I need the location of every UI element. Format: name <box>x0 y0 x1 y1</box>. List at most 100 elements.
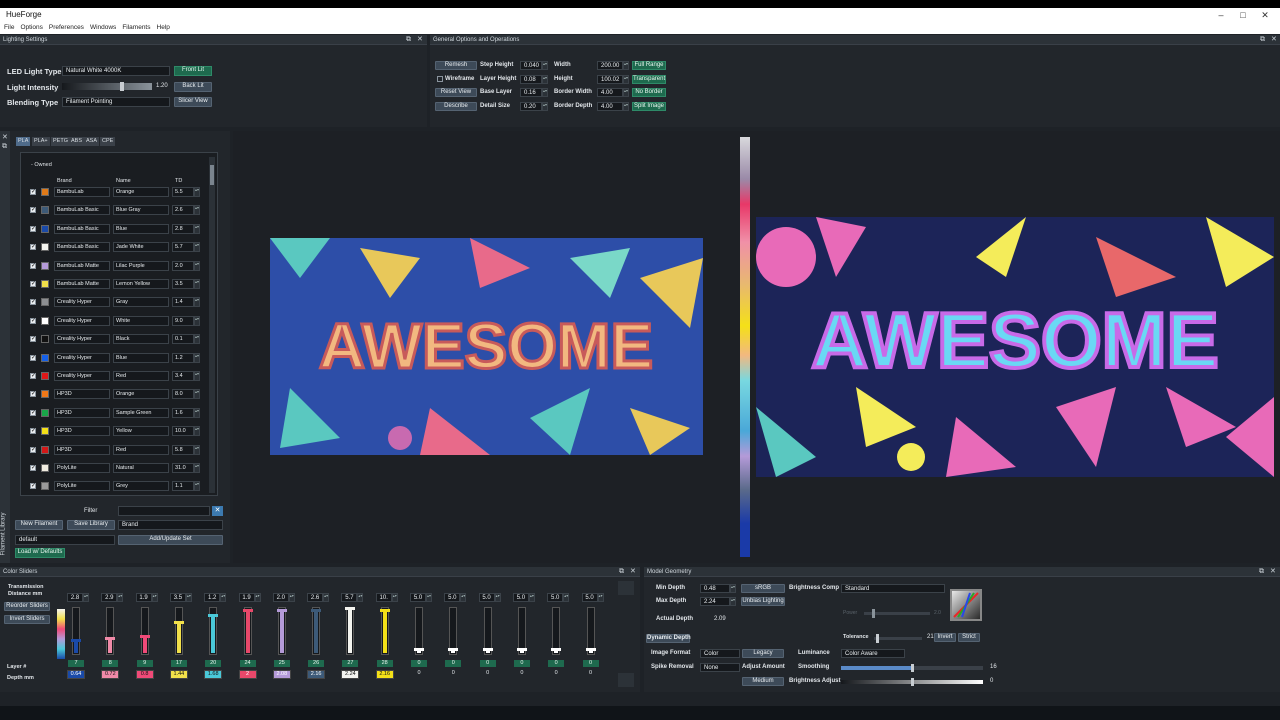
filament-color-swatch[interactable] <box>41 335 49 344</box>
filament-color-swatch[interactable] <box>41 464 49 472</box>
filament-td[interactable]: 31.0 <box>172 463 194 473</box>
slider-knob[interactable] <box>585 648 596 651</box>
filament-td-spinner[interactable]: ▴▾ <box>194 407 200 418</box>
undock-icon[interactable]: ⧉ <box>2 143 7 151</box>
slider-track[interactable] <box>516 607 527 655</box>
filament-td[interactable]: 5.7 <box>172 242 194 253</box>
undock-icon[interactable]: ⧉ <box>1260 35 1265 45</box>
filament-td[interactable]: 1.4 <box>172 297 194 308</box>
menu-file[interactable]: File <box>4 22 14 34</box>
remesh-button[interactable]: Remesh <box>435 61 477 70</box>
legacy-button[interactable]: Legacy <box>742 649 784 658</box>
filament-td-spinner[interactable]: ▴▾ <box>194 205 200 216</box>
slider-track[interactable] <box>71 607 81 655</box>
filament-color-swatch[interactable] <box>41 353 49 362</box>
filament-brand[interactable]: BambuLab Matte <box>54 260 110 271</box>
split-image-button[interactable]: Split Image <box>632 102 666 111</box>
filament-color-swatch[interactable] <box>41 372 49 380</box>
filament-td[interactable]: 9.0 <box>172 315 194 326</box>
filament-brand[interactable]: HP3D <box>54 389 110 400</box>
owned-group-label[interactable]: - Owned <box>31 162 52 168</box>
slider-knob[interactable] <box>173 621 184 624</box>
filament-name[interactable]: Lemon Yellow <box>113 279 169 289</box>
filament-row[interactable]: ✓ BambuLab Basic Jade White 5.7 ▴▾ <box>24 240 204 258</box>
sliders-side-button[interactable] <box>618 581 634 595</box>
slider-track[interactable] <box>585 607 596 655</box>
border-width-spinner[interactable]: ▴▾ <box>623 88 629 97</box>
slider-td-value[interactable]: 3.5 <box>169 593 186 602</box>
filament-library-side-tab[interactable]: ✕ ⧉ Filament Library <box>0 131 10 563</box>
slider-td-value[interactable]: 2.6 <box>307 593 324 602</box>
tab-pla[interactable]: PLA <box>16 137 31 146</box>
tab-abs[interactable]: ABS <box>69 137 85 146</box>
filament-color-swatch[interactable] <box>41 316 49 325</box>
slider-td-spinner[interactable]: ▴▾ <box>563 593 570 602</box>
no-border-button[interactable]: No Border <box>632 88 666 97</box>
filament-enabled-checkbox[interactable]: ✓ <box>30 409 36 416</box>
tab-petg[interactable]: PETG <box>51 137 70 146</box>
slider-td-value[interactable]: 5.0 <box>547 593 564 602</box>
filament-td[interactable]: 2.8 <box>172 223 194 234</box>
minimize-icon[interactable]: – <box>1210 8 1232 22</box>
undock-icon[interactable]: ⧉ <box>406 35 411 45</box>
filament-enabled-checkbox[interactable]: ✓ <box>30 391 36 398</box>
menu-filaments[interactable]: Filaments <box>122 22 150 34</box>
filament-name[interactable]: Blue <box>113 223 169 234</box>
dynamic-depth-button[interactable]: Dynamic Depth <box>646 634 691 643</box>
filament-td-spinner[interactable]: ▴▾ <box>194 371 200 381</box>
filament-name[interactable]: Orange <box>113 187 169 197</box>
strict-button[interactable]: Strict <box>958 633 980 642</box>
filament-row[interactable]: ✓ BambuLab Matte Lilac Purple 2.0 ▴▾ <box>24 259 204 277</box>
depth-color-gradient-bar[interactable] <box>740 137 750 557</box>
filament-td-spinner[interactable]: ▴▾ <box>194 334 200 345</box>
border-depth-spinner[interactable]: ▴▾ <box>623 102 629 111</box>
filament-name[interactable]: Lilac Purple <box>113 260 169 271</box>
slider-track[interactable] <box>482 607 493 655</box>
menu-options[interactable]: Options <box>20 22 42 34</box>
slider-td-spinner[interactable]: ▴▾ <box>220 593 227 602</box>
filament-brand[interactable]: HP3D <box>54 426 110 437</box>
filament-color-swatch[interactable] <box>41 261 49 270</box>
menu-help[interactable]: Help <box>157 22 170 34</box>
filament-enabled-checkbox[interactable]: ✓ <box>30 354 36 361</box>
slider-td-value[interactable]: 2.0 <box>272 593 289 602</box>
min-depth-input[interactable]: 0.48 <box>700 584 730 593</box>
medium-select[interactable]: Medium <box>742 677 784 686</box>
slider-td-spinner[interactable]: ▴▾ <box>83 593 89 602</box>
full-range-button[interactable]: Full Range <box>632 61 666 70</box>
filament-td[interactable]: 1.1 <box>172 481 194 492</box>
width-input[interactable]: 200.00 <box>597 61 623 70</box>
filament-name[interactable]: Orange <box>113 389 169 400</box>
light-intensity-slider[interactable] <box>62 82 152 91</box>
filament-row[interactable]: ✓ HP3D Sample Green 1.6 ▴▾ <box>24 406 204 424</box>
slider-td-spinner[interactable]: ▴▾ <box>254 593 261 602</box>
filament-brand[interactable]: BambuLab Basic <box>54 205 110 216</box>
new-filament-button[interactable]: New Filament <box>15 520 63 530</box>
filament-brand[interactable]: Creality Hyper <box>54 352 110 363</box>
close-panel-icon[interactable]: ✕ <box>630 567 636 577</box>
filament-row[interactable]: ✓ BambuLab Matte Lemon Yellow 3.5 ▴▾ <box>24 277 204 295</box>
slider-td-spinner[interactable]: ▴▾ <box>117 593 124 602</box>
slider-td-value[interactable]: 5.0 <box>444 593 461 602</box>
light-intensity-knob[interactable] <box>120 82 124 91</box>
base-layer-input[interactable]: 0.16 <box>520 88 542 97</box>
filament-td[interactable]: 5.5 <box>172 187 194 197</box>
filament-td-spinner[interactable]: ▴▾ <box>194 279 200 289</box>
filament-list-scrollbar[interactable] <box>209 157 215 493</box>
slider-td-spinner[interactable]: ▴▾ <box>494 593 501 602</box>
tab-pla-plus[interactable]: PLA+ <box>32 137 50 146</box>
slider-td-spinner[interactable]: ▴▾ <box>357 593 364 602</box>
filament-name[interactable]: Red <box>113 444 169 455</box>
filament-color-swatch[interactable] <box>41 243 49 252</box>
luminance-select[interactable]: Color Aware <box>841 649 905 658</box>
slider-knob[interactable] <box>482 648 493 651</box>
slider-track[interactable] <box>379 607 390 655</box>
filament-name[interactable]: Gray <box>113 297 169 308</box>
filament-enabled-checkbox[interactable]: ✓ <box>30 317 36 324</box>
max-depth-input[interactable]: 2.24 <box>700 597 730 606</box>
filament-enabled-checkbox[interactable]: ✓ <box>30 373 36 379</box>
filament-td[interactable]: 3.4 <box>172 371 194 381</box>
filament-enabled-checkbox[interactable]: ✓ <box>30 207 36 214</box>
slider-knob[interactable] <box>345 607 356 610</box>
wireframe-checkbox[interactable] <box>437 76 443 82</box>
